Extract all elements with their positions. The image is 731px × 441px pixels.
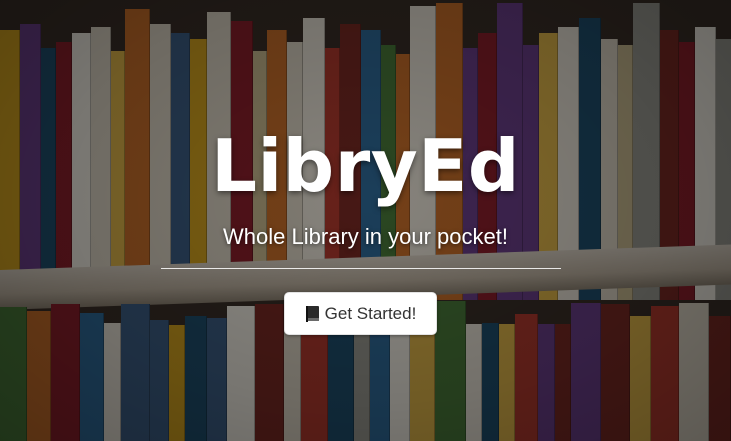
get-started-button[interactable]: Get Started! xyxy=(284,292,437,335)
hero-content: LibryEd Whole Library in your pocket! Ge… xyxy=(0,0,731,441)
book-icon xyxy=(305,305,321,323)
divider xyxy=(161,268,561,269)
brand-title: LibryEd xyxy=(211,124,520,208)
get-started-label: Get Started! xyxy=(324,303,417,323)
hero-section: LibryEd Whole Library in your pocket! Ge… xyxy=(0,0,731,441)
tagline: Whole Library in your pocket! xyxy=(223,224,508,249)
